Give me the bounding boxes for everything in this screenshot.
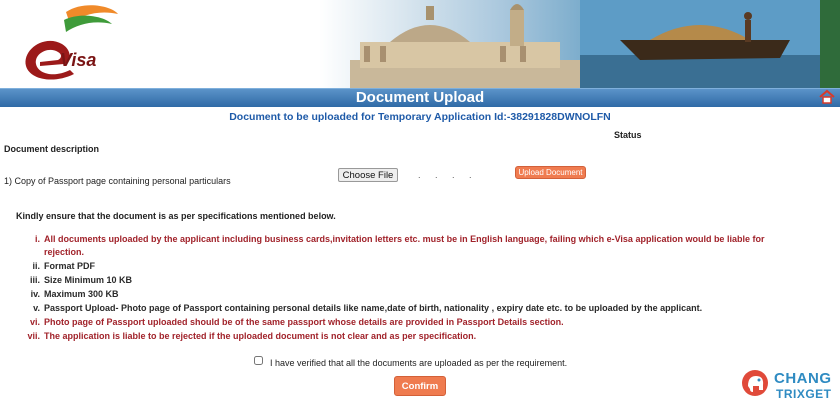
instruction-number: v. (33, 303, 40, 313)
instruction-text: All documents uploaded by the applicant … (44, 234, 765, 244)
verify-checkbox[interactable] (254, 356, 263, 365)
watermark-text-line2: TRIXGET (776, 387, 832, 401)
verify-label: I have verified that all the documents a… (270, 358, 568, 368)
choose-file-button[interactable]: Choose File (338, 168, 398, 182)
instruction-text: Photo page of Passport uploaded should b… (44, 317, 564, 327)
page-title: Document Upload (355, 89, 485, 106)
svg-text:Visa: Visa (60, 50, 96, 70)
instruction-item: i. All documents uploaded by the applica… (35, 233, 840, 259)
instructions-intro: Kindly ensure that the document is as pe… (16, 211, 336, 221)
instruction-item: ii. Format PDF (32, 261, 96, 271)
instruction-text: Passport Upload- Photo page of Passport … (44, 303, 703, 313)
instruction-number: i. (34, 234, 40, 244)
title-bar: Document Upload (0, 88, 840, 107)
instruction-number: iv. (30, 289, 40, 299)
instruction-item: iv. Maximum 300 KB (31, 289, 119, 299)
document-description: 1) Copy of Passport page containing pers… (4, 176, 231, 186)
banner-skyline-image (350, 0, 840, 88)
instruction-number: vii. (27, 331, 40, 341)
description-column-header: Document description (4, 144, 100, 154)
confirm-button[interactable]: Confirm (394, 376, 446, 396)
instruction-item: vi. Photo page of Passport uploaded shou… (30, 317, 564, 327)
instruction-item: vii. The application is liable to be rej… (27, 331, 477, 341)
instruction-number: vi. (29, 317, 40, 327)
upload-document-button[interactable]: Upload Document (515, 166, 586, 179)
instruction-text: Size Minimum 10 KB (44, 275, 133, 285)
evisa-logo: Visa (25, 5, 118, 80)
instruction-number: ii. (32, 261, 40, 271)
instruction-text: The application is liable to be rejected… (44, 331, 477, 341)
instruction-item: v. Passport Upload- Photo page of Passpo… (33, 303, 703, 313)
elephant-logo-icon (742, 370, 768, 396)
home-icon[interactable] (818, 88, 836, 106)
watermark-text-line1: CHANG (774, 370, 832, 387)
instruction-text: Format PDF (44, 261, 96, 271)
instruction-text: Maximum 300 KB (44, 289, 119, 299)
header-banner: Visa (0, 0, 840, 88)
instruction-text-cont: rejection. (44, 247, 85, 257)
instruction-number: iii. (29, 275, 40, 285)
instruction-item: iii. Size Minimum 10 KB (30, 275, 133, 285)
status-column-header: Status (614, 130, 642, 140)
selected-file-placeholder: . . . . (418, 170, 478, 180)
application-id-heading: Document to be uploaded for Temporary Ap… (229, 111, 611, 123)
